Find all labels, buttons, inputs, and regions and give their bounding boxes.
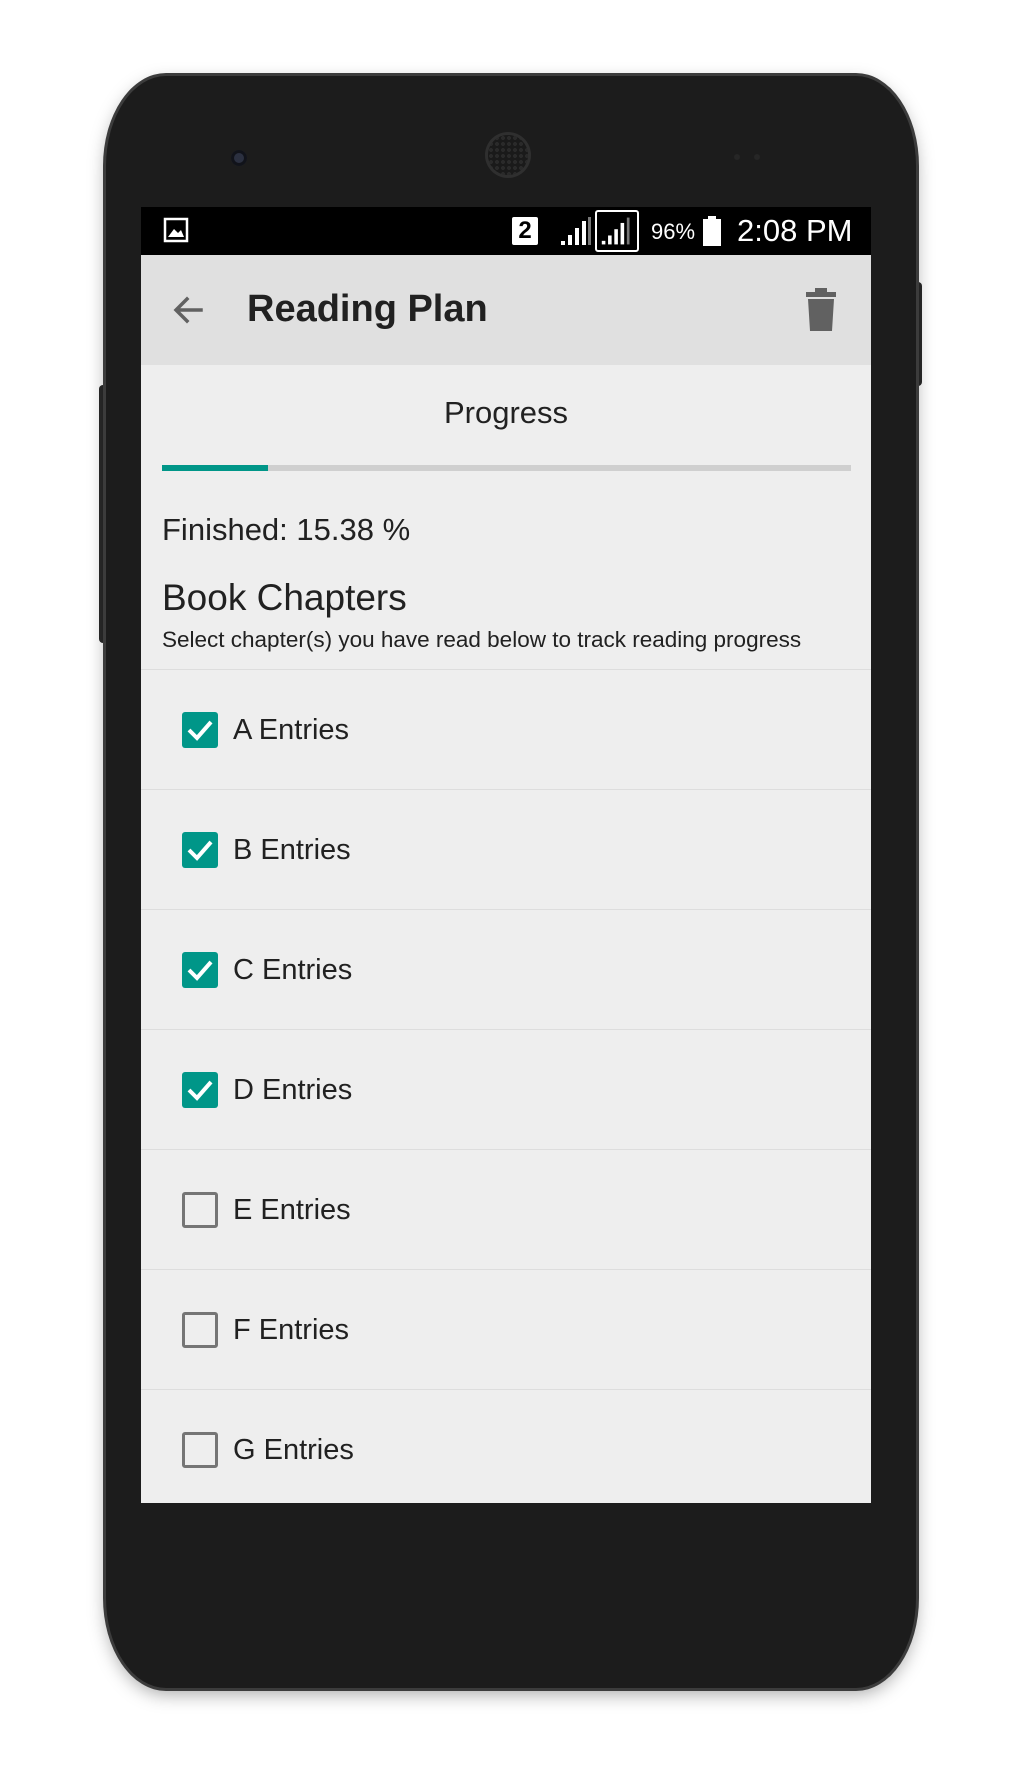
progress-bar (162, 465, 851, 471)
status-time: 2:08 PM (737, 213, 853, 248)
chapter-item[interactable]: E Entries (141, 1150, 871, 1270)
chapter-label: G Entries (233, 1434, 354, 1466)
earpiece-speaker (488, 135, 528, 175)
chapter-item[interactable]: C Entries (141, 910, 871, 1030)
chapter-checkbox[interactable] (182, 1072, 218, 1108)
check-icon (187, 720, 213, 741)
chapter-label: A Entries (233, 714, 350, 746)
check-icon (187, 840, 213, 861)
back-button[interactable] (163, 284, 215, 336)
chapter-checkbox[interactable] (182, 952, 218, 988)
chapter-checkbox[interactable] (182, 1432, 218, 1468)
trash-icon (806, 288, 836, 331)
chapter-label: D Entries (233, 1074, 353, 1106)
arrow-back-icon (173, 296, 203, 324)
app-screen: 2 96% 2:08 PM Reading Plan Progress Fini… (141, 207, 871, 1503)
chapter-item[interactable]: A Entries (141, 670, 871, 790)
proximity-sensor (734, 154, 740, 160)
progress-heading: Progress (443, 395, 569, 430)
page-title: Reading Plan (247, 288, 488, 330)
check-icon (187, 960, 213, 981)
chapter-item[interactable]: G Entries (141, 1390, 871, 1503)
battery-percent: 96% (651, 219, 696, 244)
check-icon (187, 1080, 213, 1101)
image-icon (163, 217, 189, 243)
app-toolbar: Reading Plan (141, 255, 871, 365)
chapter-label: C Entries (233, 954, 353, 986)
battery-icon (703, 216, 721, 246)
chapter-checkbox[interactable] (182, 712, 218, 748)
chapter-list: A Entries B Entries C Entries D Entries E En… (141, 669, 871, 1503)
chapter-item[interactable]: D Entries (141, 1030, 871, 1150)
front-camera (231, 150, 247, 166)
chapter-checkbox[interactable] (182, 832, 218, 868)
progress-bar-fill (162, 465, 268, 471)
signal-icon-secondary (595, 210, 639, 252)
chapter-item[interactable]: B Entries (141, 790, 871, 910)
delete-button[interactable] (797, 285, 845, 335)
chapter-label: E Entries (233, 1194, 351, 1226)
sim-slot-badge: 2 (512, 217, 538, 245)
status-bar: 2 96% 2:08 PM (141, 207, 871, 255)
chapter-item[interactable]: F Entries (141, 1270, 871, 1390)
chapter-checkbox[interactable] (182, 1192, 218, 1228)
chapter-label: B Entries (233, 834, 351, 866)
chapters-subtitle: Select chapter(s) you have read below to… (162, 627, 802, 652)
finished-percentage: Finished: 15.38 % (162, 512, 411, 547)
chapter-checkbox[interactable] (182, 1312, 218, 1348)
light-sensor (754, 154, 760, 160)
signal-icon (561, 217, 591, 245)
chapters-heading: Book Chapters (162, 577, 407, 618)
chapter-label: F Entries (233, 1314, 350, 1346)
